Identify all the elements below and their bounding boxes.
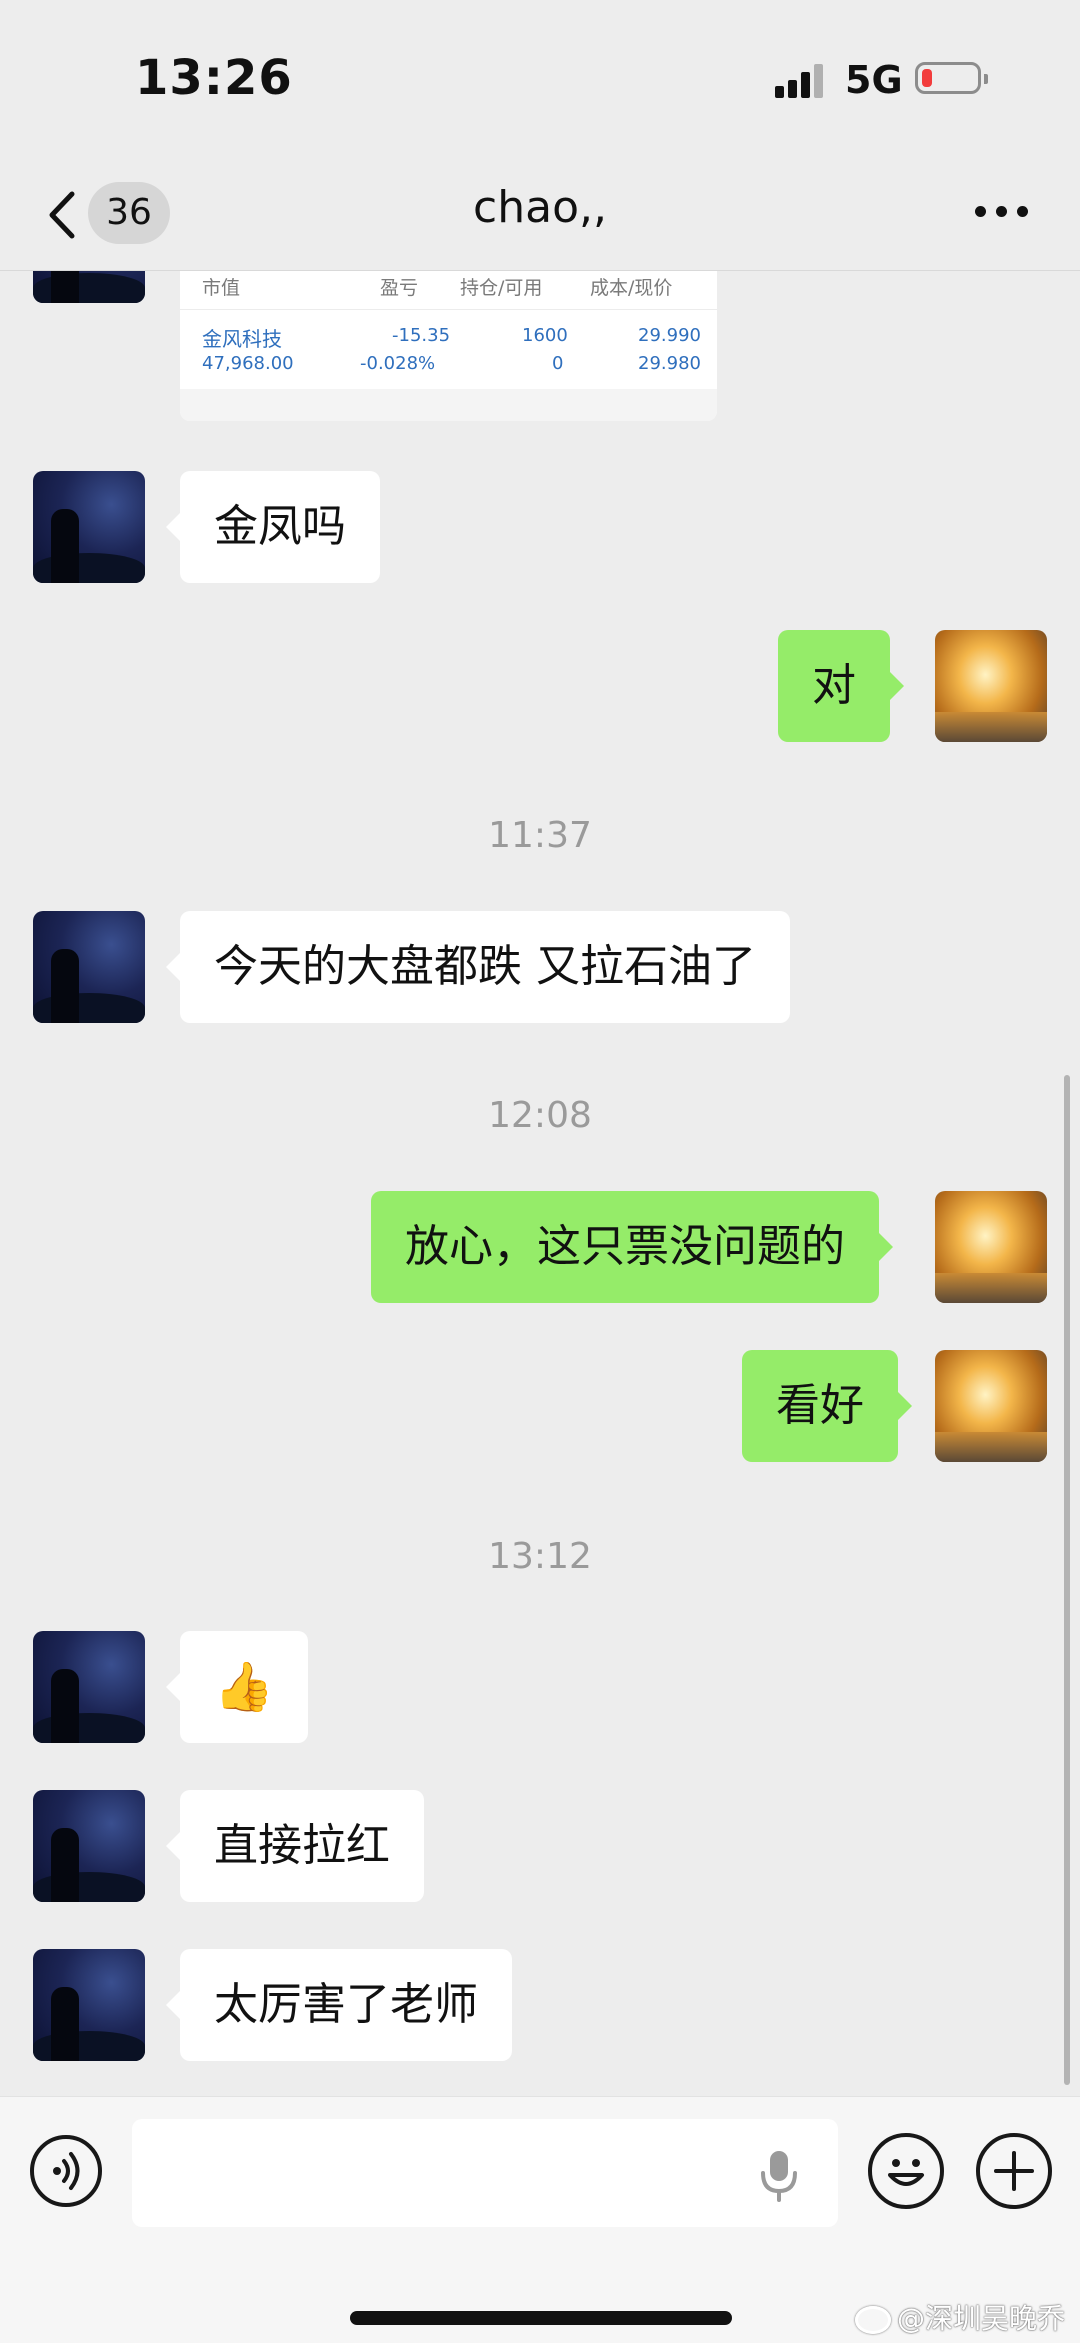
chat-scrollbar[interactable] — [1064, 1075, 1070, 2085]
watermark: @深圳吴晚乔 — [855, 2297, 1065, 2337]
chat-header: 36 chao,, — [0, 160, 1080, 271]
message-bubble-received[interactable]: 金凤吗 — [166, 471, 380, 583]
smiley-icon — [888, 2159, 924, 2186]
battery-icon — [915, 62, 988, 94]
microphone-icon[interactable] — [757, 2147, 801, 2203]
stock-name: 金风科技 — [202, 327, 282, 351]
my-avatar[interactable] — [935, 1191, 1047, 1303]
emoji-button[interactable] — [868, 2133, 944, 2209]
stock-current-price: 29.980 — [638, 353, 701, 374]
voice-icon — [53, 2152, 80, 2190]
message-bubble-received-emoji[interactable]: 👍 — [166, 1631, 308, 1743]
stock-pnl: -15.35 — [392, 325, 451, 346]
stock-cost: 29.990 — [638, 325, 701, 346]
contact-avatar[interactable] — [33, 1631, 145, 1743]
message-timestamp: 12:08 — [488, 1095, 592, 1136]
stock-pnl-percent: -0.028% — [360, 353, 436, 374]
message-bubble-received[interactable]: 直接拉红 — [166, 1790, 424, 1902]
stock-position: 1600 — [522, 325, 568, 346]
column-header-market-value: 市值 — [202, 277, 241, 299]
message-bubble-received[interactable]: 太厉害了老师 — [166, 1949, 512, 2061]
my-avatar[interactable] — [935, 630, 1047, 742]
contact-avatar[interactable] — [33, 271, 145, 303]
signal-strength-icon — [775, 60, 831, 98]
weibo-icon — [855, 2306, 891, 2334]
message-timestamp: 13:12 — [488, 1536, 592, 1577]
column-header-position: 持仓/可用 — [460, 277, 543, 299]
stock-market-value: 47,968.00 — [202, 353, 294, 374]
voice-input-button[interactable] — [30, 2135, 102, 2207]
contact-avatar[interactable] — [33, 471, 145, 583]
contact-avatar[interactable] — [33, 911, 145, 1023]
column-header-cost-price: 成本/现价 — [590, 277, 673, 299]
network-type: 5G — [845, 58, 903, 102]
more-functions-button[interactable] — [976, 2133, 1052, 2209]
column-header-pnl: 盈亏 — [380, 277, 419, 299]
chat-messages-area[interactable]: 市值 盈亏 持仓/可用 成本/现价 金风科技 47,968.00 -15.35 … — [0, 271, 1080, 2096]
status-time: 13:26 — [135, 50, 293, 106]
message-bubble-received[interactable]: 今天的大盘都跌 又拉石油了 — [166, 911, 790, 1023]
message-bubble-sent[interactable]: 看好 — [742, 1350, 912, 1462]
message-bubble-sent[interactable]: 对 — [778, 630, 904, 742]
message-bubble-sent[interactable]: 放心，这只票没问题的 — [371, 1191, 893, 1303]
message-timestamp: 11:37 — [488, 815, 592, 856]
message-input[interactable] — [132, 2119, 838, 2227]
chat-title: chao,, — [473, 182, 607, 233]
contact-avatar[interactable] — [33, 1790, 145, 1902]
stock-available: 0 — [552, 353, 564, 374]
stock-screenshot-image[interactable]: 市值 盈亏 持仓/可用 成本/现价 金风科技 47,968.00 -15.35 … — [180, 271, 717, 421]
home-indicator[interactable] — [350, 2311, 732, 2325]
status-bar: 13:26 5G — [0, 0, 1080, 160]
more-options-icon[interactable] — [975, 206, 1029, 220]
plus-icon — [994, 2151, 1034, 2191]
contact-avatar[interactable] — [33, 1949, 145, 2061]
watermark-text: @深圳吴晚乔 — [897, 2302, 1066, 2335]
my-avatar[interactable] — [935, 1350, 1047, 1462]
